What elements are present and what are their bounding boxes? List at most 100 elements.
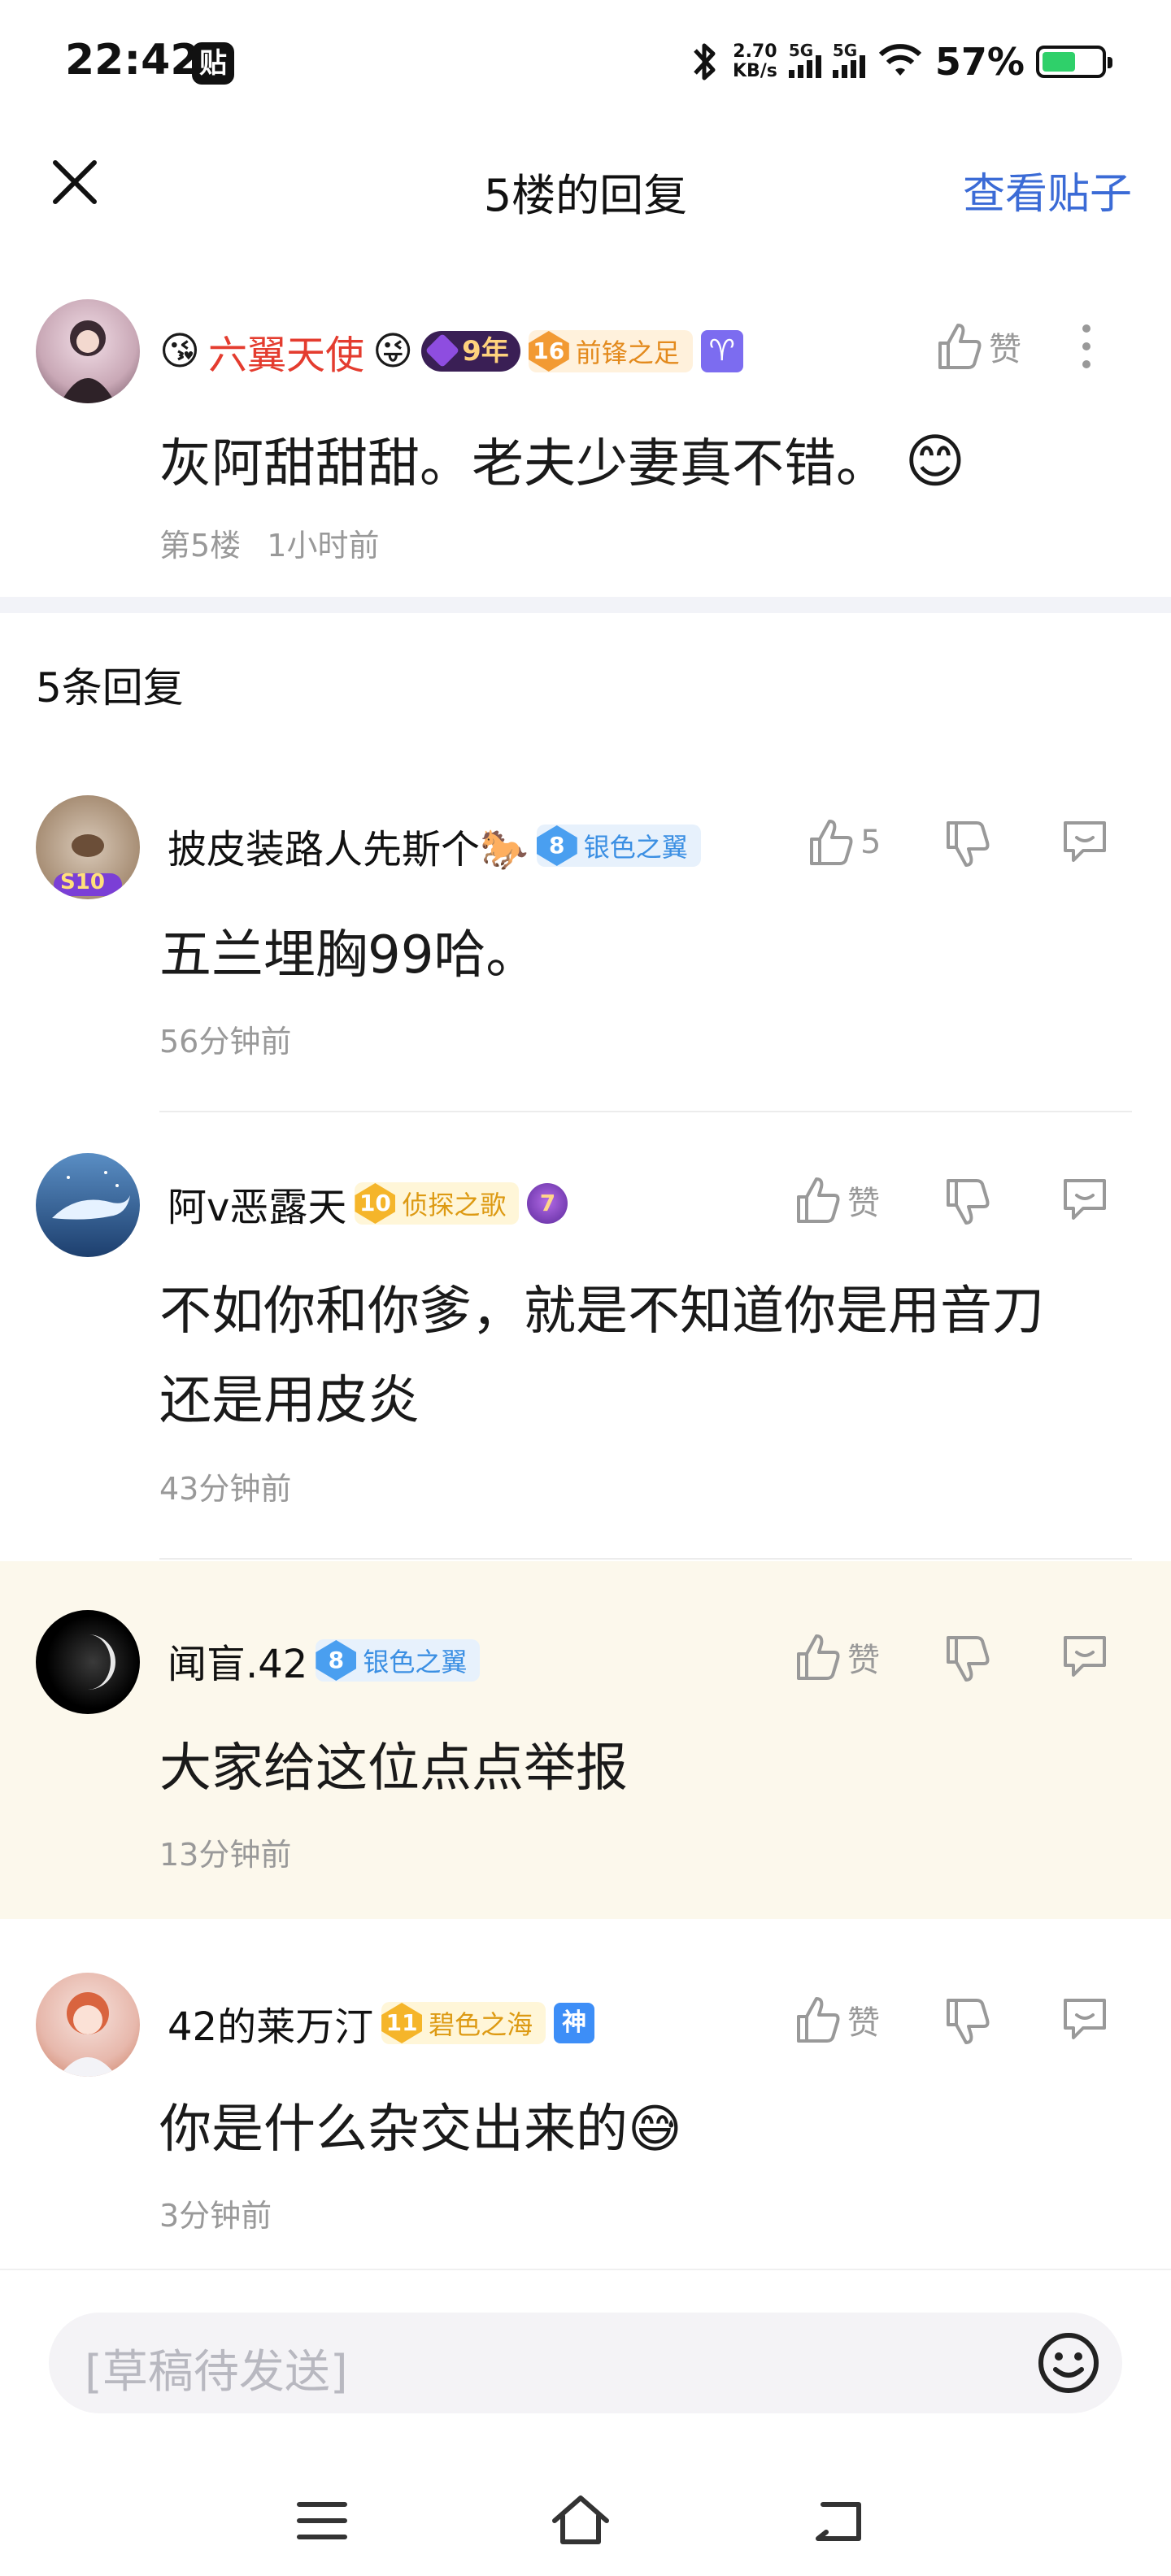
level-number: 11 [381,2003,423,2043]
notification-badge: 贴 [192,42,234,85]
divider [159,1111,1132,1112]
reply-time: 13分钟前 [159,1837,292,1873]
comment-icon [1064,1179,1106,1220]
avatar[interactable] [36,1153,140,1257]
zodiac-badge: ♈ [700,330,743,372]
username[interactable]: 六翼天使 [208,323,364,380]
reply-content: 大家给这位点点举报 [159,1738,628,1799]
like-button[interactable]: 赞 [794,1994,880,2046]
battery-percent: 57% [934,40,1025,84]
comment-icon [1064,1636,1106,1677]
level-title: 碧色之海 [429,2009,533,2040]
floor-time: 1小时前 [267,528,380,564]
thumb-up-icon [810,820,853,865]
dislike-button[interactable] [943,1633,992,1685]
reply-user-row: 闻盲.42 8 银色之翼 [168,1628,481,1693]
sim1-signal-icon: 5G [788,41,821,78]
reply-content-line: 不如你和你爹，就是不知道你是用音刀 [159,1281,1044,1342]
home-button[interactable] [540,2480,621,2561]
dislike-button[interactable] [943,1176,992,1228]
avatar-figure [88,1634,115,1690]
thumb-down-icon [947,821,990,867]
reply-time: 3分钟前 [159,2198,272,2234]
reply-content: 你是什么杂交出来的😅 [159,2100,682,2160]
level-badge: 8 银色之翼 [536,825,701,867]
level-number: 16 [528,331,569,372]
level-number: 8 [536,825,577,866]
avatar[interactable] [36,1610,140,1714]
smile-icon [1038,2333,1099,2393]
username[interactable]: 42的莱万汀 [168,1995,373,2052]
reply-content-line: 还是用皮炎 [159,1371,420,1431]
name-emoji-left: 😘 [159,329,201,374]
like-button[interactable]: 赞 [794,1631,880,1683]
level-title: 前锋之足 [575,337,680,368]
comment-icon [1064,821,1106,862]
status-bar: 22:42 贴 2.70 KB/s 5G 5G 57% [0,0,1171,130]
home-icon [552,2496,609,2544]
floor-content: 灰阿甜甜甜。老夫少妻真不错。 😊 [159,416,965,509]
menu-button[interactable] [281,2480,363,2561]
like-label: 赞 [989,331,1021,368]
battery-icon [1036,46,1112,78]
bluetooth-icon [694,43,716,80]
username[interactable]: 披皮装路人先斯个🐎 [168,817,529,874]
floor-user-row: 😘 六翼天使 😜 9年 16 前锋之足 ♈ [159,319,743,384]
system-navigation-bar [0,2464,1171,2576]
reply-item-highlighted: 闻盲.42 8 银色之翼 赞 大家给这位点点举报 13分钟前 [0,1561,1171,1919]
thumb-up-icon [797,1997,840,2043]
level-number: 8 [316,1640,357,1681]
sim2-label: 5G [832,41,858,60]
more-button[interactable] [1067,317,1106,376]
section-separator [0,597,1171,613]
year-badge: 9年 [421,331,520,372]
avatar[interactable] [36,1973,140,2077]
emoji-button[interactable] [1036,2330,1101,2395]
replies-count: 5条回复 [36,664,184,711]
level-badge: 10 侦探之歌 [355,1182,520,1225]
level-badge: 16 前锋之足 [528,330,693,372]
wifi-icon [878,44,922,76]
username[interactable]: 阿v恶露天 [168,1175,346,1232]
nav-bar: 5楼的回复 查看贴子 [0,130,1171,236]
dislike-button[interactable] [943,1995,992,2047]
reply-button[interactable] [1059,1173,1111,1225]
like-button[interactable]: 5 [807,816,881,868]
reply-item: 42的莱万汀 11 碧色之海 神 赞 你是什么杂交出来的😅 3分钟前 [0,1919,1171,2277]
like-label: 赞 [847,1185,880,1222]
back-icon [816,2502,861,2541]
like-count: 5 [860,824,882,861]
more-vertical-icon [1082,324,1090,368]
thumb-down-icon [947,1179,990,1225]
divider [159,1558,1132,1560]
extra-badge: 7 [527,1183,568,1224]
like-button[interactable]: 赞 [935,320,1021,372]
reply-button[interactable] [1059,815,1111,867]
view-post-link[interactable]: 查看贴子 [963,159,1132,220]
reply-content: 不如你和你爹，就是不知道你是用音刀 还是用皮炎 [159,1267,1044,1446]
level-badge: 8 银色之翼 [316,1639,481,1682]
avatar-figure [59,1992,117,2077]
comment-input[interactable]: [草稿待发送] [49,2313,1122,2413]
menu-icon [297,2502,347,2539]
reply-item: S10 披皮装路人先斯个🐎 8 银色之翼 5 五兰埋胸99哈。 56分钟前 [0,772,1171,1114]
like-label: 赞 [847,1642,880,1679]
reply-button[interactable] [1059,1630,1111,1682]
avatar-figure [52,1171,130,1220]
thumb-down-icon [947,1999,990,2044]
reply-button[interactable] [1059,1992,1111,2044]
floor-meta: 第5楼 1小时前 [159,520,379,565]
dislike-button[interactable] [943,818,992,870]
back-button[interactable] [799,2480,880,2561]
level-title: 侦探之歌 [402,1190,507,1221]
floor-post: 😘 六翼天使 😜 9年 16 前锋之足 ♈ 赞 灰阿甜甜甜。老夫少妻真不错。 😊… [0,276,1171,602]
reply-time: 43分钟前 [159,1471,292,1507]
reply-user-row: 42的莱万汀 11 碧色之海 神 [168,1991,595,2056]
avatar-tag: S10 [60,870,105,894]
like-button[interactable]: 赞 [794,1174,880,1226]
reply-user-row: 披皮装路人先斯个🐎 8 银色之翼 [168,813,701,878]
net-speed: 2.70 KB/s [733,42,777,81]
like-label: 赞 [847,2004,880,2042]
username[interactable]: 闻盲.42 [168,1632,307,1689]
avatar[interactable] [36,299,140,403]
